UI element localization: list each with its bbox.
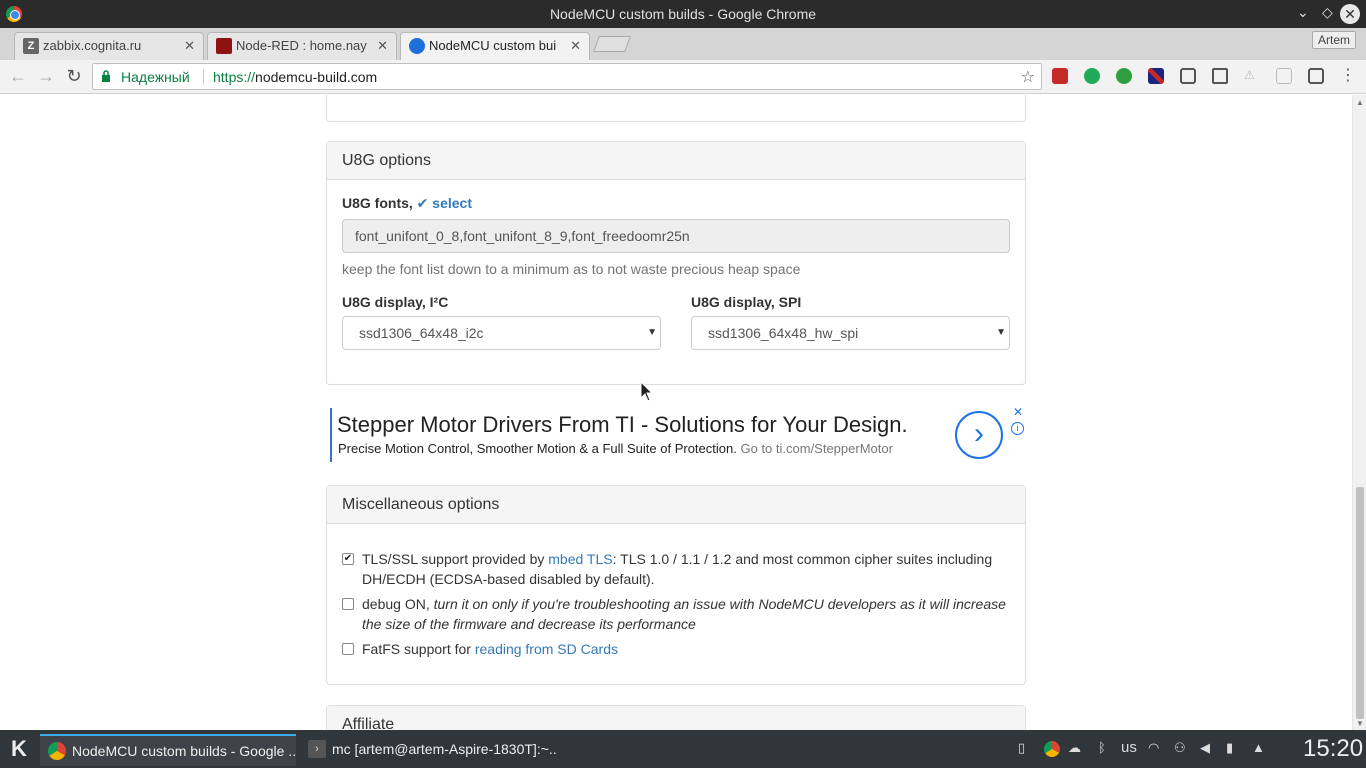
u8g-display-spi-label: U8G display, SPI (691, 294, 802, 310)
ad-banner[interactable]: Stepper Motor Drivers From TI - Solution… (330, 405, 1026, 462)
volume-icon[interactable]: ◀ (1200, 740, 1210, 756)
clipboard-icon[interactable]: ▯ (1018, 740, 1025, 756)
clock[interactable]: 15:20 (1303, 735, 1363, 763)
profile-button[interactable]: Artem (1311, 31, 1356, 49)
affiliate-panel: Affiliate (326, 705, 1026, 730)
tls-option: ✔ TLS/SSL support provided by mbed TLS: … (342, 551, 993, 587)
previous-panel (326, 95, 1026, 122)
window-title: NodeMCU custom builds - Google Chrome (549, 6, 817, 22)
url-text[interactable]: https://nodemcu-build.com (213, 69, 377, 85)
new-tab-button[interactable] (593, 36, 631, 52)
cloud-sync-icon[interactable]: ☁ (1068, 740, 1081, 756)
extension-red-icon[interactable] (1052, 68, 1068, 84)
forward-icon[interactable]: → (36, 66, 56, 87)
close-tab-icon[interactable]: ✕ (570, 33, 581, 59)
browser-toolbar: ← → ↻ Надежный https://nodemcu-build.com… (0, 60, 1366, 94)
task-chrome[interactable]: NodeMCU custom builds - Google ... (40, 734, 296, 766)
secure-label: Надежный (121, 69, 190, 85)
users-icon[interactable]: ⚇ (1174, 740, 1186, 756)
debug-checkbox[interactable] (342, 598, 354, 610)
misc-options-panel: Miscellaneous options ✔ TLS/SSL support … (326, 485, 1026, 685)
taskbar: K NodeMCU custom builds - Google ... › m… (0, 730, 1366, 768)
reload-icon[interactable]: ↻ (64, 66, 84, 87)
extension-d-icon[interactable] (1116, 68, 1132, 84)
tab-node-red[interactable]: Node-RED : home.nay ✕ (207, 32, 397, 60)
tab-label: NodeMCU custom bui (429, 38, 557, 53)
nodemcu-favicon-icon (409, 38, 425, 54)
u8g-fonts-input[interactable]: font_unifont_0_8,font_unifont_8_9,font_f… (342, 219, 1010, 253)
chevron-down-icon: ▼ (647, 327, 657, 338)
tray-expand-icon[interactable]: ▲ (1252, 740, 1265, 755)
tab-zabbix[interactable]: Z zabbix.cognita.ru ✕ (14, 32, 204, 60)
back-icon[interactable]: ← (8, 66, 28, 87)
ad-close-icon[interactable]: ✕ (1010, 404, 1026, 420)
battery-icon[interactable]: ▮ (1226, 740, 1233, 756)
ad-description: Precise Motion Control, Smoother Motion … (338, 441, 893, 456)
u8g-options-panel: U8G options U8G fonts, ✔ select font_uni… (326, 141, 1026, 385)
tls-checkbox[interactable]: ✔ (342, 553, 354, 565)
ad-link[interactable]: Go to ti.com/StepperMotor (740, 441, 892, 456)
scroll-down-icon[interactable]: ▼ (1356, 719, 1364, 728)
address-bar[interactable]: Надежный https://nodemcu-build.com ☆ (92, 63, 1042, 90)
task-terminal[interactable]: › mc [artem@artem-Aspire-1830T]:~... (300, 734, 556, 766)
u8g-options-heading: U8G options (327, 142, 1025, 180)
i2c-group: U8G display, I²C ssd1306_64x48_i2c ▼ (342, 294, 661, 350)
u8g-display-spi-select[interactable]: ssd1306_64x48_hw_spi ▼ (691, 316, 1010, 350)
chrome-tray-icon[interactable] (1044, 741, 1060, 757)
menu-icon[interactable]: ⋮ (1340, 68, 1356, 84)
tab-label: zabbix.cognita.ru (43, 38, 142, 53)
node-red-favicon-icon (216, 38, 232, 54)
terminal-icon: › (308, 740, 326, 758)
u8g-fonts-help: keep the font list down to a minimum as … (342, 261, 801, 277)
window-titlebar: NodeMCU custom builds - Google Chrome ⌄ … (0, 0, 1366, 28)
extension-tree-icon[interactable]: ⚠ (1244, 68, 1260, 84)
kde-menu-icon[interactable]: K (6, 736, 32, 762)
u8g-fonts-label: U8G fonts, (342, 195, 413, 211)
maximize-icon[interactable]: ◇ (1322, 4, 1333, 21)
ad-go-arrow-icon[interactable]: › (955, 411, 1003, 459)
mouse-cursor-icon (640, 381, 654, 402)
u8g-display-i2c-label: U8G display, I²C (342, 294, 449, 310)
debug-option: debug ON, turn it on only if you're trou… (342, 594, 1012, 634)
close-tab-icon[interactable]: ✕ (184, 33, 195, 59)
extension-bulb-icon[interactable] (1180, 68, 1196, 84)
mbed-tls-link[interactable]: mbed TLS (548, 551, 612, 567)
bluetooth-icon[interactable]: ᛒ (1098, 740, 1106, 755)
extension-flag-icon[interactable] (1148, 68, 1164, 84)
extension-mail-icon[interactable] (1212, 68, 1228, 84)
lock-icon (102, 70, 110, 82)
tab-label: Node-RED : home.nay (236, 38, 367, 53)
scrollbar-thumb[interactable] (1356, 487, 1364, 719)
minimize-icon[interactable]: ⌄ (1297, 4, 1309, 21)
ad-info-icon[interactable]: i (1011, 422, 1024, 435)
misc-options-heading: Miscellaneous options (327, 486, 1025, 524)
wifi-icon[interactable]: ◠ (1148, 740, 1159, 756)
sd-cards-link[interactable]: reading from SD Cards (475, 641, 618, 657)
extension-cart-icon[interactable] (1276, 68, 1292, 84)
u8g-display-i2c-select[interactable]: ssd1306_64x48_i2c ▼ (342, 316, 661, 350)
fatfs-option: FatFS support for reading from SD Cards (342, 639, 1012, 659)
ad-headline[interactable]: Stepper Motor Drivers From TI - Solution… (337, 412, 908, 438)
tab-nodemcu[interactable]: NodeMCU custom bui ✕ (400, 32, 590, 60)
keyboard-layout[interactable]: us (1121, 739, 1137, 756)
extension-green-icon[interactable] (1084, 68, 1100, 84)
close-tab-icon[interactable]: ✕ (377, 33, 388, 59)
chevron-down-icon: ▼ (996, 327, 1006, 338)
fatfs-checkbox[interactable] (342, 643, 354, 655)
page-viewport: U8G options U8G fonts, ✔ select font_uni… (0, 95, 1352, 730)
chrome-icon (48, 742, 66, 760)
close-window-button[interactable]: ✕ (1340, 4, 1360, 24)
page-scrollbar[interactable]: ▲ ▼ (1352, 95, 1366, 730)
affiliate-heading: Affiliate (327, 706, 1025, 730)
scroll-up-icon[interactable]: ▲ (1356, 98, 1364, 107)
u8g-fonts-select-link[interactable]: ✔ select (417, 195, 472, 211)
cast-icon[interactable] (1308, 68, 1324, 84)
zabbix-favicon-icon: Z (23, 38, 39, 54)
spi-group: U8G display, SPI ssd1306_64x48_hw_spi ▼ (691, 294, 1010, 350)
bookmark-star-icon[interactable]: ☆ (1021, 67, 1035, 87)
tab-strip: Z zabbix.cognita.ru ✕ Node-RED : home.na… (0, 28, 1366, 60)
